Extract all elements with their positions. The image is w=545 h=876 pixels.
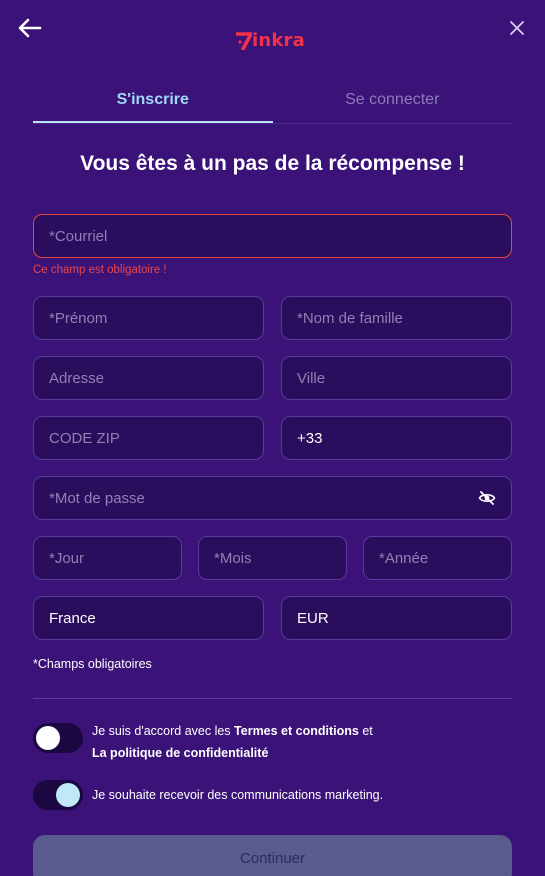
firstname-input[interactable] — [49, 309, 248, 327]
country-value: France — [49, 609, 96, 627]
city-input[interactable] — [297, 369, 496, 387]
terms-label: Je suis d'accord avec les Termes et cond… — [92, 720, 373, 764]
address-input[interactable] — [49, 369, 248, 387]
brand-logo: inkra — [236, 30, 305, 51]
required-fields-note: *Champs obligatoires — [33, 657, 152, 671]
year-input[interactable] — [379, 549, 496, 567]
currency-select[interactable]: EUR — [281, 596, 512, 640]
terms-prefix-text: Je suis d'accord avec les — [92, 724, 235, 738]
lastname-input[interactable] — [297, 309, 496, 327]
currency-value: EUR — [297, 609, 329, 627]
email-field[interactable] — [33, 214, 512, 258]
logo-text: inkra — [252, 30, 305, 51]
marketing-consent-row: Je souhaite recevoir des communications … — [33, 780, 383, 810]
email-error-message: Ce champ est obligatoire ! — [33, 264, 167, 276]
zip-field[interactable] — [33, 416, 264, 460]
month-input[interactable] — [214, 549, 331, 567]
address-field[interactable] — [33, 356, 264, 400]
back-arrow-icon[interactable] — [16, 14, 44, 42]
phone-field[interactable]: +33 — [281, 416, 512, 460]
country-select[interactable]: France — [33, 596, 264, 640]
divider — [33, 698, 512, 699]
day-field[interactable] — [33, 536, 182, 580]
terms-link[interactable]: Termes et conditions — [234, 724, 359, 738]
firstname-field[interactable] — [33, 296, 264, 340]
password-field[interactable] — [33, 476, 512, 520]
privacy-link[interactable]: La politique de confidentialité — [92, 746, 268, 760]
logo-mark-icon — [236, 31, 252, 50]
toggle-knob — [36, 726, 60, 750]
continue-button[interactable]: Continuer — [33, 835, 512, 876]
lastname-field[interactable] — [281, 296, 512, 340]
close-icon[interactable] — [507, 18, 527, 38]
phone-prefix: +33 — [297, 429, 323, 447]
auth-tabs: S'inscrire Se connecter — [33, 78, 512, 124]
month-field[interactable] — [198, 536, 347, 580]
terms-and-text: et — [358, 724, 373, 738]
password-input[interactable] — [49, 489, 478, 507]
email-input[interactable] — [49, 227, 496, 245]
marketing-toggle[interactable] — [33, 780, 83, 810]
tab-register[interactable]: S'inscrire — [33, 78, 273, 123]
zip-input[interactable] — [49, 429, 248, 447]
year-field[interactable] — [363, 536, 512, 580]
page-title: Vous êtes à un pas de la récompense ! — [80, 152, 465, 175]
terms-toggle[interactable] — [33, 723, 83, 753]
terms-consent-row: Je suis d'accord avec les Termes et cond… — [33, 723, 373, 764]
city-field[interactable] — [281, 356, 512, 400]
eye-slash-icon[interactable] — [478, 490, 496, 506]
toggle-knob — [56, 783, 80, 807]
tab-login[interactable]: Se connecter — [273, 78, 513, 123]
top-bar: inkra — [0, 0, 545, 70]
marketing-label: Je souhaite recevoir des communications … — [92, 788, 384, 802]
day-input[interactable] — [49, 549, 166, 567]
